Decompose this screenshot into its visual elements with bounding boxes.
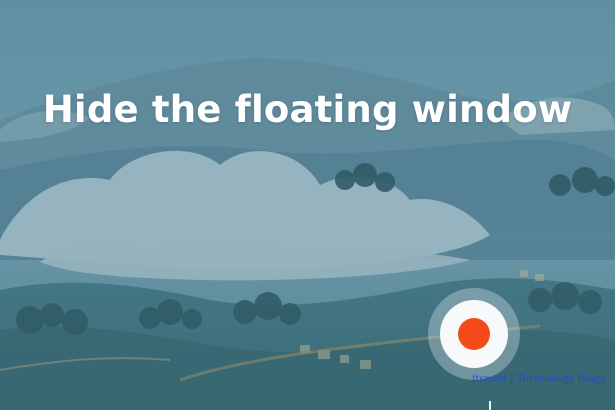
watermark-text: itsmeit | Technology Blogs [472, 374, 606, 385]
floating-record-button[interactable] [428, 288, 520, 380]
screen-title: Hide the floating window [42, 88, 573, 131]
record-icon [458, 318, 490, 350]
bottom-handle [489, 401, 491, 410]
onboarding-screen: Hide the floating window itsmeit | Techn… [0, 0, 615, 410]
dim-overlay [0, 0, 615, 410]
